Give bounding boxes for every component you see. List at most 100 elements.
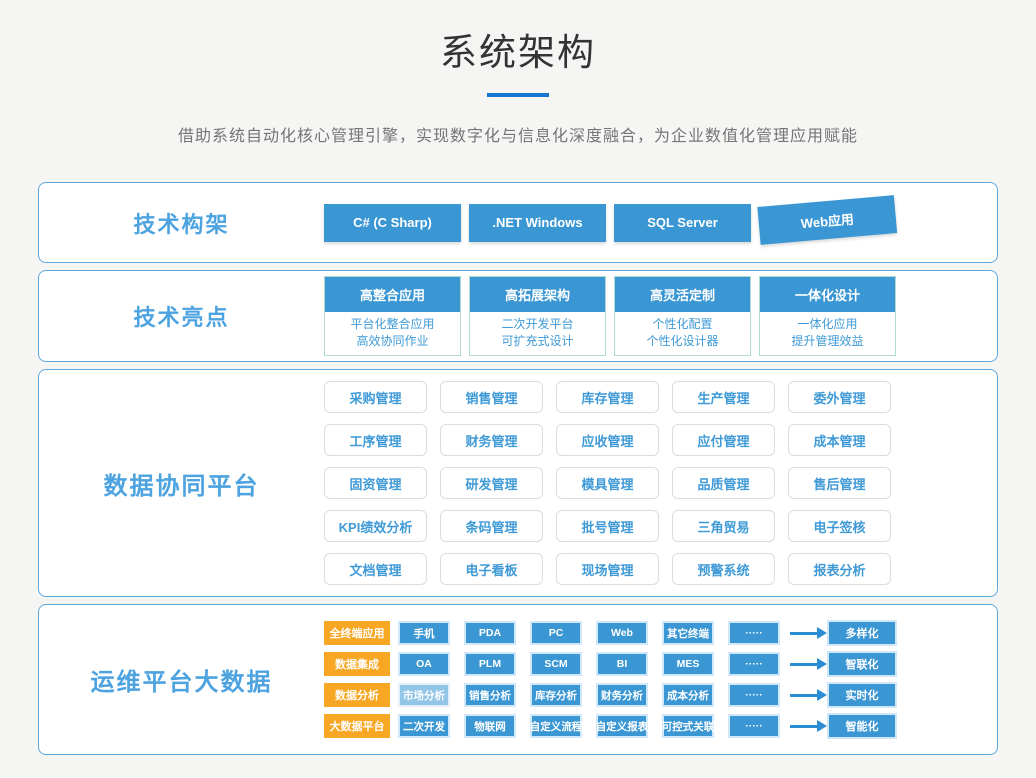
bigdata-item[interactable]: 市场分析 (398, 683, 450, 707)
bigdata-item[interactable]: 财务分析 (596, 683, 648, 707)
module-button[interactable]: 应付管理 (672, 424, 775, 456)
bigdata-item-ellipsis[interactable]: ····· (728, 683, 780, 707)
bigdata-item-ellipsis[interactable]: ····· (728, 652, 780, 676)
highlight-card-line: 提升管理效益 (760, 333, 895, 350)
module-button[interactable]: 品质管理 (672, 467, 775, 499)
highlight-card: 高整合应用 平台化整合应用 高效协同作业 (324, 276, 461, 356)
right-arrow-icon (790, 725, 818, 728)
bigdata-row-analysis: 数据分析 市场分析 销售分析 库存分析 财务分析 成本分析 ····· 实时化 (324, 682, 897, 708)
section-platform: 数据协同平台 采购管理 销售管理 库存管理 生产管理 委外管理 工序管理 财务管… (38, 369, 998, 597)
bigdata-item[interactable]: 成本分析 (662, 683, 714, 707)
module-row: KPI绩效分析 条码管理 批号管理 三角贸易 电子签核 (324, 510, 891, 542)
module-grid: 采购管理 销售管理 库存管理 生产管理 委外管理 工序管理 财务管理 应收管理 … (324, 381, 891, 585)
bigdata-item[interactable]: 可控式关联 (662, 714, 714, 738)
highlight-card-line: 一体化应用 (760, 316, 895, 333)
bigdata-item[interactable]: 其它终端 (662, 621, 714, 645)
module-button[interactable]: 现场管理 (556, 553, 659, 585)
section-highlights: 技术亮点 高整合应用 平台化整合应用 高效协同作业 高拓展架构 二次开发平台 可… (38, 270, 998, 362)
highlight-card: 高灵活定制 个性化配置 个性化设计器 (614, 276, 751, 356)
highlight-card: 高拓展架构 二次开发平台 可扩充式设计 (469, 276, 606, 356)
bigdata-category-badge: 大数据平台 (324, 714, 390, 738)
module-button[interactable]: 委外管理 (788, 381, 891, 413)
module-button[interactable]: 售后管理 (788, 467, 891, 499)
module-button[interactable]: 生产管理 (672, 381, 775, 413)
section-tech-stack: 技术构架 C# (C Sharp) .NET Windows SQL Serve… (38, 182, 998, 263)
module-button[interactable]: 批号管理 (556, 510, 659, 542)
module-button[interactable]: KPI绩效分析 (324, 510, 427, 542)
module-button[interactable]: 工序管理 (324, 424, 427, 456)
module-button[interactable]: 模具管理 (556, 467, 659, 499)
bigdata-item[interactable]: 手机 (398, 621, 450, 645)
module-row: 采购管理 销售管理 库存管理 生产管理 委外管理 (324, 381, 891, 413)
highlight-card-line: 可扩充式设计 (470, 333, 605, 350)
bigdata-item[interactable]: 二次开发 (398, 714, 450, 738)
module-button[interactable]: 销售管理 (440, 381, 543, 413)
platform-label: 数据协同平台 (104, 473, 260, 500)
bigdata-rows: 全终端应用 手机 PDA PC Web 其它终端 ····· 多样化 数据集成 … (324, 620, 897, 739)
module-row: 固资管理 研发管理 模具管理 品质管理 售后管理 (324, 467, 891, 499)
bigdata-row-integration: 数据集成 OA PLM SCM BI MES ····· 智联化 (324, 651, 897, 677)
module-button[interactable]: 文档管理 (324, 553, 427, 585)
bigdata-item[interactable]: MES (662, 652, 714, 676)
bigdata-item[interactable]: PC (530, 621, 582, 645)
right-arrow-icon (790, 632, 818, 635)
module-button[interactable]: 研发管理 (440, 467, 543, 499)
highlight-card-line: 高效协同作业 (325, 333, 460, 350)
bigdata-category-badge: 全终端应用 (324, 621, 390, 645)
bigdata-result-button[interactable]: 实时化 (827, 682, 897, 708)
bigdata-item[interactable]: 销售分析 (464, 683, 516, 707)
module-button[interactable]: 库存管理 (556, 381, 659, 413)
section-bigdata: 运维平台大数据 全终端应用 手机 PDA PC Web 其它终端 ····· 多… (38, 604, 998, 755)
module-button[interactable]: 财务管理 (440, 424, 543, 456)
module-button[interactable]: 三角贸易 (672, 510, 775, 542)
bigdata-result-button[interactable]: 智联化 (827, 651, 897, 677)
module-button[interactable]: 应收管理 (556, 424, 659, 456)
bigdata-item[interactable]: PLM (464, 652, 516, 676)
module-button[interactable]: 电子签核 (788, 510, 891, 542)
bigdata-category-badge: 数据分析 (324, 683, 390, 707)
module-button[interactable]: 预警系统 (672, 553, 775, 585)
title-underline (487, 93, 549, 97)
bigdata-label: 运维平台大数据 (91, 669, 273, 696)
tech-button-sqlserver[interactable]: SQL Server (614, 204, 751, 242)
bigdata-result-button[interactable]: 多样化 (827, 620, 897, 646)
bigdata-item-ellipsis[interactable]: ····· (728, 621, 780, 645)
right-arrow-icon (790, 663, 818, 666)
highlight-card-title: 高拓展架构 (470, 277, 605, 312)
tech-button-dotnet[interactable]: .NET Windows (469, 204, 606, 242)
module-button[interactable]: 固资管理 (324, 467, 427, 499)
page-title: 系统架构 (0, 22, 1036, 76)
sections-container: 技术构架 C# (C Sharp) .NET Windows SQL Serve… (0, 182, 1036, 755)
module-button[interactable]: 报表分析 (788, 553, 891, 585)
page-header: 系统架构 借助系统自动化核心管理引擎，实现数字化与信息化深度融合，为企业数值化管… (0, 0, 1036, 146)
module-row: 文档管理 电子看板 现场管理 预警系统 报表分析 (324, 553, 891, 585)
bigdata-item[interactable]: 自定义流程 (530, 714, 582, 738)
bigdata-item[interactable]: Web (596, 621, 648, 645)
highlights-label: 技术亮点 (133, 305, 229, 330)
highlight-card-title: 高整合应用 (325, 277, 460, 312)
tech-button-csharp[interactable]: C# (C Sharp) (324, 204, 461, 242)
bigdata-item[interactable]: SCM (530, 652, 582, 676)
module-button[interactable]: 条码管理 (440, 510, 543, 542)
platform-label-area: 数据协同平台 (39, 466, 324, 501)
module-button[interactable]: 成本管理 (788, 424, 891, 456)
bigdata-item[interactable]: BI (596, 652, 648, 676)
bigdata-item[interactable]: 库存分析 (530, 683, 582, 707)
bigdata-item[interactable]: OA (398, 652, 450, 676)
tech-stack-label: 技术构架 (133, 212, 229, 237)
highlight-card: 一体化设计 一体化应用 提升管理效益 (759, 276, 896, 356)
page-subtitle: 借助系统自动化核心管理引擎，实现数字化与信息化深度融合，为企业数值化管理应用赋能 (0, 122, 1036, 146)
bigdata-item[interactable]: 自定义报表 (596, 714, 648, 738)
bigdata-result-button[interactable]: 智能化 (827, 713, 897, 739)
module-button[interactable]: 采购管理 (324, 381, 427, 413)
highlight-card-line: 平台化整合应用 (325, 316, 460, 333)
bigdata-item[interactable]: PDA (464, 621, 516, 645)
bigdata-item[interactable]: 物联网 (464, 714, 516, 738)
highlight-card-line: 二次开发平台 (470, 316, 605, 333)
module-button[interactable]: 电子看板 (440, 553, 543, 585)
highlights-label-area: 技术亮点 (39, 300, 324, 332)
module-row: 工序管理 财务管理 应收管理 应付管理 成本管理 (324, 424, 891, 456)
tech-button-web[interactable]: Web应用 (757, 195, 897, 245)
bigdata-item-ellipsis[interactable]: ····· (728, 714, 780, 738)
bigdata-row-terminals: 全终端应用 手机 PDA PC Web 其它终端 ····· 多样化 (324, 620, 897, 646)
